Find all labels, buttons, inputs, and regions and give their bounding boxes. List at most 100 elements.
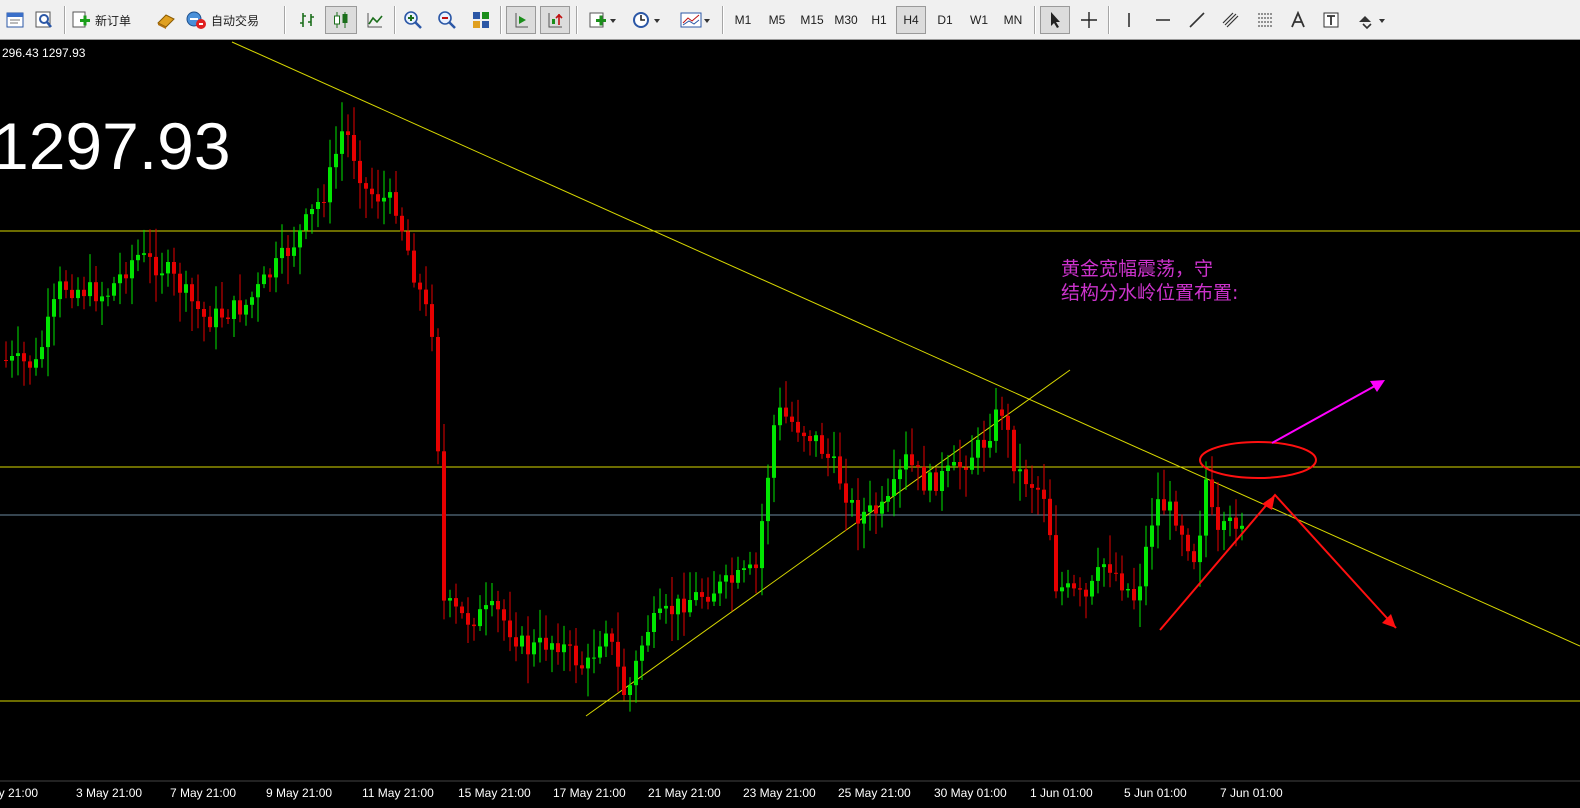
candle-body-103	[616, 641, 620, 667]
candle-body-140	[838, 456, 842, 484]
cursor-icon[interactable]	[1040, 6, 1070, 34]
auto-trading-button[interactable]: 自动交易	[184, 6, 278, 34]
candle-body-24	[142, 253, 146, 255]
templates-icon[interactable]	[674, 6, 716, 34]
toolbar-separator	[1108, 6, 1110, 34]
timeframe-w1[interactable]: W1	[964, 6, 994, 34]
candle-body-53	[316, 202, 320, 209]
candle-body-133	[796, 421, 800, 433]
horizontal-line-icon[interactable]	[1148, 6, 1178, 34]
new-order-button[interactable]: 新订单	[70, 6, 148, 34]
candle-body-63	[376, 194, 380, 202]
line-chart-icon[interactable]	[360, 6, 390, 34]
indicators-icon[interactable]	[582, 6, 622, 34]
candle-body-62	[370, 188, 374, 195]
candle-body-50	[298, 230, 302, 248]
candle-body-42	[250, 297, 254, 305]
timeframe-m30[interactable]: M30	[830, 6, 862, 34]
zoom-window-icon[interactable]	[30, 6, 58, 34]
candle-body-7	[40, 347, 44, 360]
candle-body-86	[514, 637, 518, 647]
candle-body-158	[946, 465, 950, 471]
candle-body-98	[586, 657, 590, 669]
candle-body-96	[574, 645, 578, 666]
price-chart[interactable]: 296.43 1297.93 1297.93 黄金宽幅震荡，守 结构分水岭位置布…	[0, 40, 1580, 808]
candle-body-121	[724, 575, 728, 582]
arrows-icon[interactable]	[1350, 6, 1392, 34]
timeframe-d1[interactable]: D1	[930, 6, 960, 34]
timeframe-h4[interactable]: H4	[896, 6, 926, 34]
vertical-line-icon[interactable]	[1114, 6, 1144, 34]
toolbar-separator	[500, 6, 502, 34]
candle-body-169	[1012, 429, 1016, 472]
candle-body-97	[580, 665, 584, 669]
text-icon[interactable]	[1284, 6, 1312, 34]
periods-icon[interactable]	[626, 6, 666, 34]
candle-body-198	[1186, 534, 1190, 552]
candle-body-185	[1108, 564, 1112, 573]
text-label-icon[interactable]	[1316, 6, 1346, 34]
trendline-icon[interactable]	[1182, 6, 1212, 34]
candle-body-83	[496, 601, 500, 610]
equidistant-channel-icon[interactable]	[1216, 6, 1246, 34]
candle-body-181	[1084, 589, 1088, 597]
candle-body-58	[346, 131, 350, 135]
candle-body-25	[148, 253, 152, 257]
candle-body-152	[910, 454, 914, 466]
candle-body-159	[952, 462, 956, 466]
candle-body-12	[70, 289, 74, 299]
toolbar-separator	[284, 6, 286, 34]
candle-body-47	[280, 247, 284, 259]
candle-body-89	[532, 642, 536, 655]
candle-body-90	[538, 637, 542, 643]
candle-body-55	[328, 167, 332, 203]
candle-body-157	[940, 471, 944, 491]
timeframe-m15[interactable]: M15	[796, 6, 828, 34]
candle-body-8	[46, 316, 50, 348]
candle-body-45	[268, 274, 272, 278]
timeframe-m1[interactable]: M1	[728, 6, 758, 34]
timeframe-mn[interactable]: MN	[998, 6, 1028, 34]
fibonacci-icon[interactable]	[1250, 6, 1280, 34]
candle-body-171	[1024, 469, 1028, 485]
candle-body-112	[670, 605, 674, 615]
candle-body-187	[1120, 573, 1124, 591]
candle-body-85	[508, 620, 512, 638]
candle-body-146	[874, 505, 878, 514]
time-axis-label-6: 15 May 21:00	[458, 786, 531, 800]
timeframe-h1[interactable]: H1	[864, 6, 894, 34]
candle-body-196	[1174, 501, 1178, 526]
candle-body-32	[190, 284, 194, 302]
auto-trading-label: 自动交易	[211, 13, 260, 28]
candle-body-183	[1096, 567, 1100, 581]
candle-body-174	[1042, 489, 1046, 499]
market-watch-icon[interactable]	[152, 6, 180, 34]
crosshair-icon[interactable]	[1074, 6, 1104, 34]
candle-body-48	[286, 247, 290, 256]
candle-body-22	[130, 260, 134, 279]
candle-body-26	[154, 256, 158, 276]
bid-ask-label: 296.43 1297.93	[2, 46, 86, 60]
tile-windows-icon[interactable]	[466, 6, 496, 34]
candle-body-176	[1054, 535, 1058, 592]
chart-shift-icon[interactable]	[540, 6, 570, 34]
bar-chart-icon[interactable]	[292, 6, 322, 34]
candle-body-177	[1060, 587, 1064, 592]
time-axis-label-13: 5 Jun 01:00	[1124, 786, 1187, 800]
candle-body-82	[490, 601, 494, 606]
candle-body-168	[1006, 415, 1010, 430]
timeframe-m5[interactable]: M5	[762, 6, 792, 34]
candle-body-44	[262, 274, 266, 285]
candle-body-149	[892, 479, 896, 496]
candle-body-21	[124, 274, 128, 279]
time-axis-label-14: 7 Jun 01:00	[1220, 786, 1283, 800]
candle-body-123	[736, 570, 740, 583]
time-axis-label-4: 9 May 21:00	[266, 786, 332, 800]
zoom-in-icon[interactable]	[398, 6, 428, 34]
candle-body-23	[136, 254, 140, 261]
candlestick-icon[interactable]	[325, 6, 357, 34]
auto-scroll-icon[interactable]	[506, 6, 536, 34]
chart-window-icon[interactable]	[2, 6, 28, 34]
candle-body-130	[778, 407, 782, 426]
zoom-out-icon[interactable]	[432, 6, 462, 34]
